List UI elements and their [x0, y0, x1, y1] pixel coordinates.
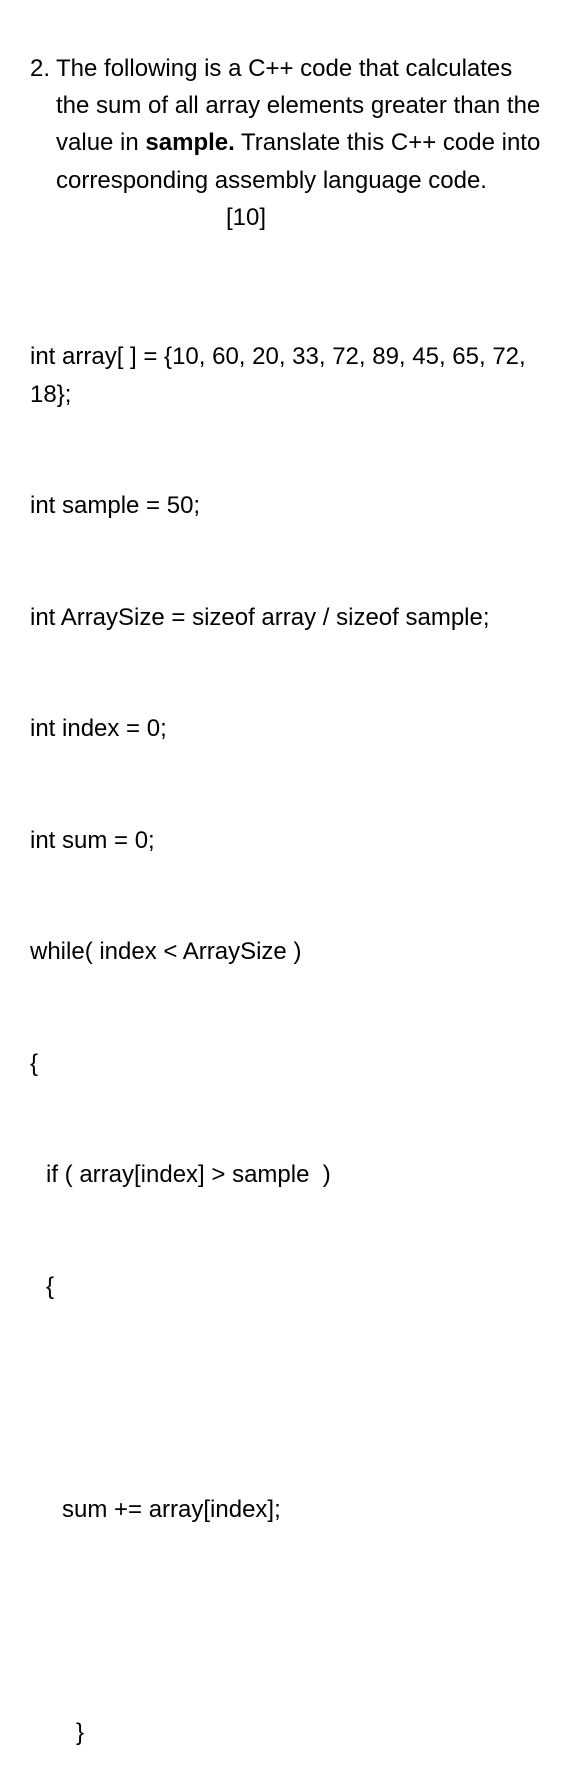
code-line-9: { [30, 1268, 546, 1305]
question-block: 2. The following is a C++ code that calc… [30, 50, 546, 236]
code-line-6: while( index < ArraySize ) [30, 933, 546, 970]
code-line-2: int sample = 50; [30, 487, 546, 524]
code-line-7: { [30, 1045, 546, 1082]
code-line-11: } [30, 1714, 546, 1751]
question-number: 2. [30, 50, 56, 236]
code-line-10: sum += array[index]; [30, 1491, 546, 1528]
code-line-5: int sum = 0; [30, 822, 546, 859]
code-line-4: int index = 0; [30, 710, 546, 747]
code-line-1: int array[ ] = {10, 60, 20, 33, 72, 89, … [30, 338, 546, 412]
code-block: int array[ ] = {10, 60, 20, 33, 72, 89, … [30, 264, 546, 1789]
question-marks: [10] [226, 199, 266, 236]
question-line: 2. The following is a C++ code that calc… [30, 50, 546, 236]
question-bold: sample. [145, 129, 234, 156]
question-text: The following is a C++ code that calcula… [56, 50, 546, 236]
code-line-3: int ArraySize = sizeof array / sizeof sa… [30, 599, 546, 636]
code-line-8: if ( array[index] > sample ) [30, 1156, 546, 1193]
